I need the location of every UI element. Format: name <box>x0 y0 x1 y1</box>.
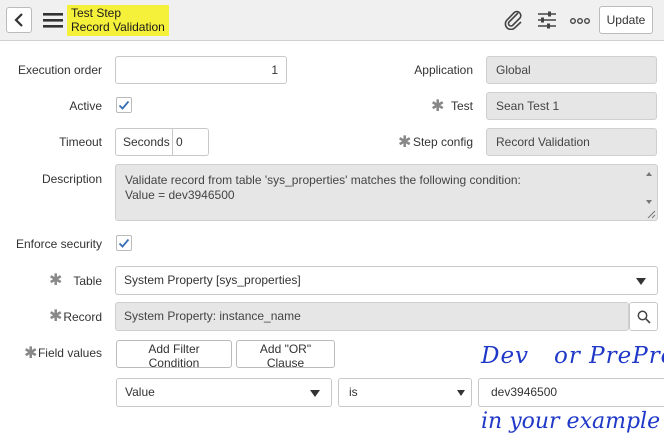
required-icon: ✱ <box>431 98 445 115</box>
title-line1: Test Step <box>71 6 122 20</box>
active-checkbox[interactable] <box>116 97 132 113</box>
form-header: Test Step Record Validation Update <box>0 0 664 41</box>
timeout-unit: Seconds <box>123 135 170 149</box>
caret-down-icon <box>636 278 646 285</box>
step-config-field: Record Validation <box>486 128 657 156</box>
title-line2: Record Validation <box>71 20 165 34</box>
condition-field-select[interactable]: Value <box>116 378 332 407</box>
timeout-divider <box>172 129 173 155</box>
checkmark-icon <box>118 100 130 110</box>
condition-field-value: Value <box>125 385 155 399</box>
caret-down-icon <box>457 390 465 396</box>
chevron-left-icon <box>14 13 23 27</box>
test-label: Test <box>450 99 473 113</box>
required-icon: ✱ <box>49 272 63 289</box>
application-label: Application <box>414 63 473 77</box>
field-values-label: Field values <box>37 346 102 360</box>
test-field[interactable]: Sean Test 1 <box>486 92 657 120</box>
condition-operator-value: is <box>349 385 358 399</box>
page-title: Test Step Record Validation <box>67 5 169 36</box>
search-icon <box>637 310 651 324</box>
add-or-clause-button[interactable]: Add "OR" Clause <box>236 340 335 370</box>
enforce-security-checkbox[interactable] <box>116 235 132 251</box>
active-label: Active <box>69 99 102 113</box>
required-icon: ✱ <box>398 134 412 151</box>
condition-value-input[interactable]: dev3946500 <box>478 378 664 407</box>
update-button[interactable]: Update <box>599 6 653 34</box>
table-label: Table <box>73 274 102 288</box>
checkmark-icon <box>118 238 130 248</box>
step-config-label: Step config <box>412 135 473 149</box>
handwritten-annotation-line2: in your example <box>481 409 661 434</box>
table-select-value: System Property [sys_properties] <box>124 273 301 287</box>
table-select[interactable]: System Property [sys_properties] <box>115 266 658 295</box>
timeout-input[interactable]: 0 <box>176 135 183 149</box>
record-label: Record <box>63 310 102 324</box>
execution-order-input[interactable]: 1 <box>115 56 287 84</box>
paperclip-icon[interactable] <box>503 10 525 30</box>
back-button[interactable] <box>6 7 32 33</box>
description-line1: Validate record from table 'sys_properti… <box>125 173 521 187</box>
description-label: Description <box>41 172 102 186</box>
timeout-label: Timeout <box>59 135 102 149</box>
description-textarea[interactable]: Validate record from table 'sys_properti… <box>115 164 658 221</box>
hamburger-menu-icon[interactable] <box>43 11 63 29</box>
required-icon: ✱ <box>24 345 38 362</box>
condition-operator-select[interactable]: is <box>338 378 472 407</box>
caret-down-icon <box>310 390 320 397</box>
description-line2: Value = dev3946500 <box>125 188 235 202</box>
application-field: Global <box>486 56 657 84</box>
sliders-icon[interactable] <box>536 10 558 30</box>
required-icon: ✱ <box>49 308 63 325</box>
add-filter-condition-button[interactable]: Add Filter Condition <box>116 340 232 370</box>
scrollbar[interactable] <box>645 171 653 207</box>
more-icon[interactable] <box>569 10 591 30</box>
record-field[interactable]: System Property: instance_name <box>115 302 629 331</box>
timeout-field: Seconds 0 <box>115 128 209 156</box>
enforce-security-label: Enforce security <box>15 237 102 251</box>
resize-handle-icon[interactable] <box>647 210 656 219</box>
execution-order-label: Execution order <box>17 63 102 77</box>
handwritten-annotation-line1: Dev or PreProd <box>481 343 664 369</box>
record-lookup-button[interactable] <box>629 302 658 331</box>
